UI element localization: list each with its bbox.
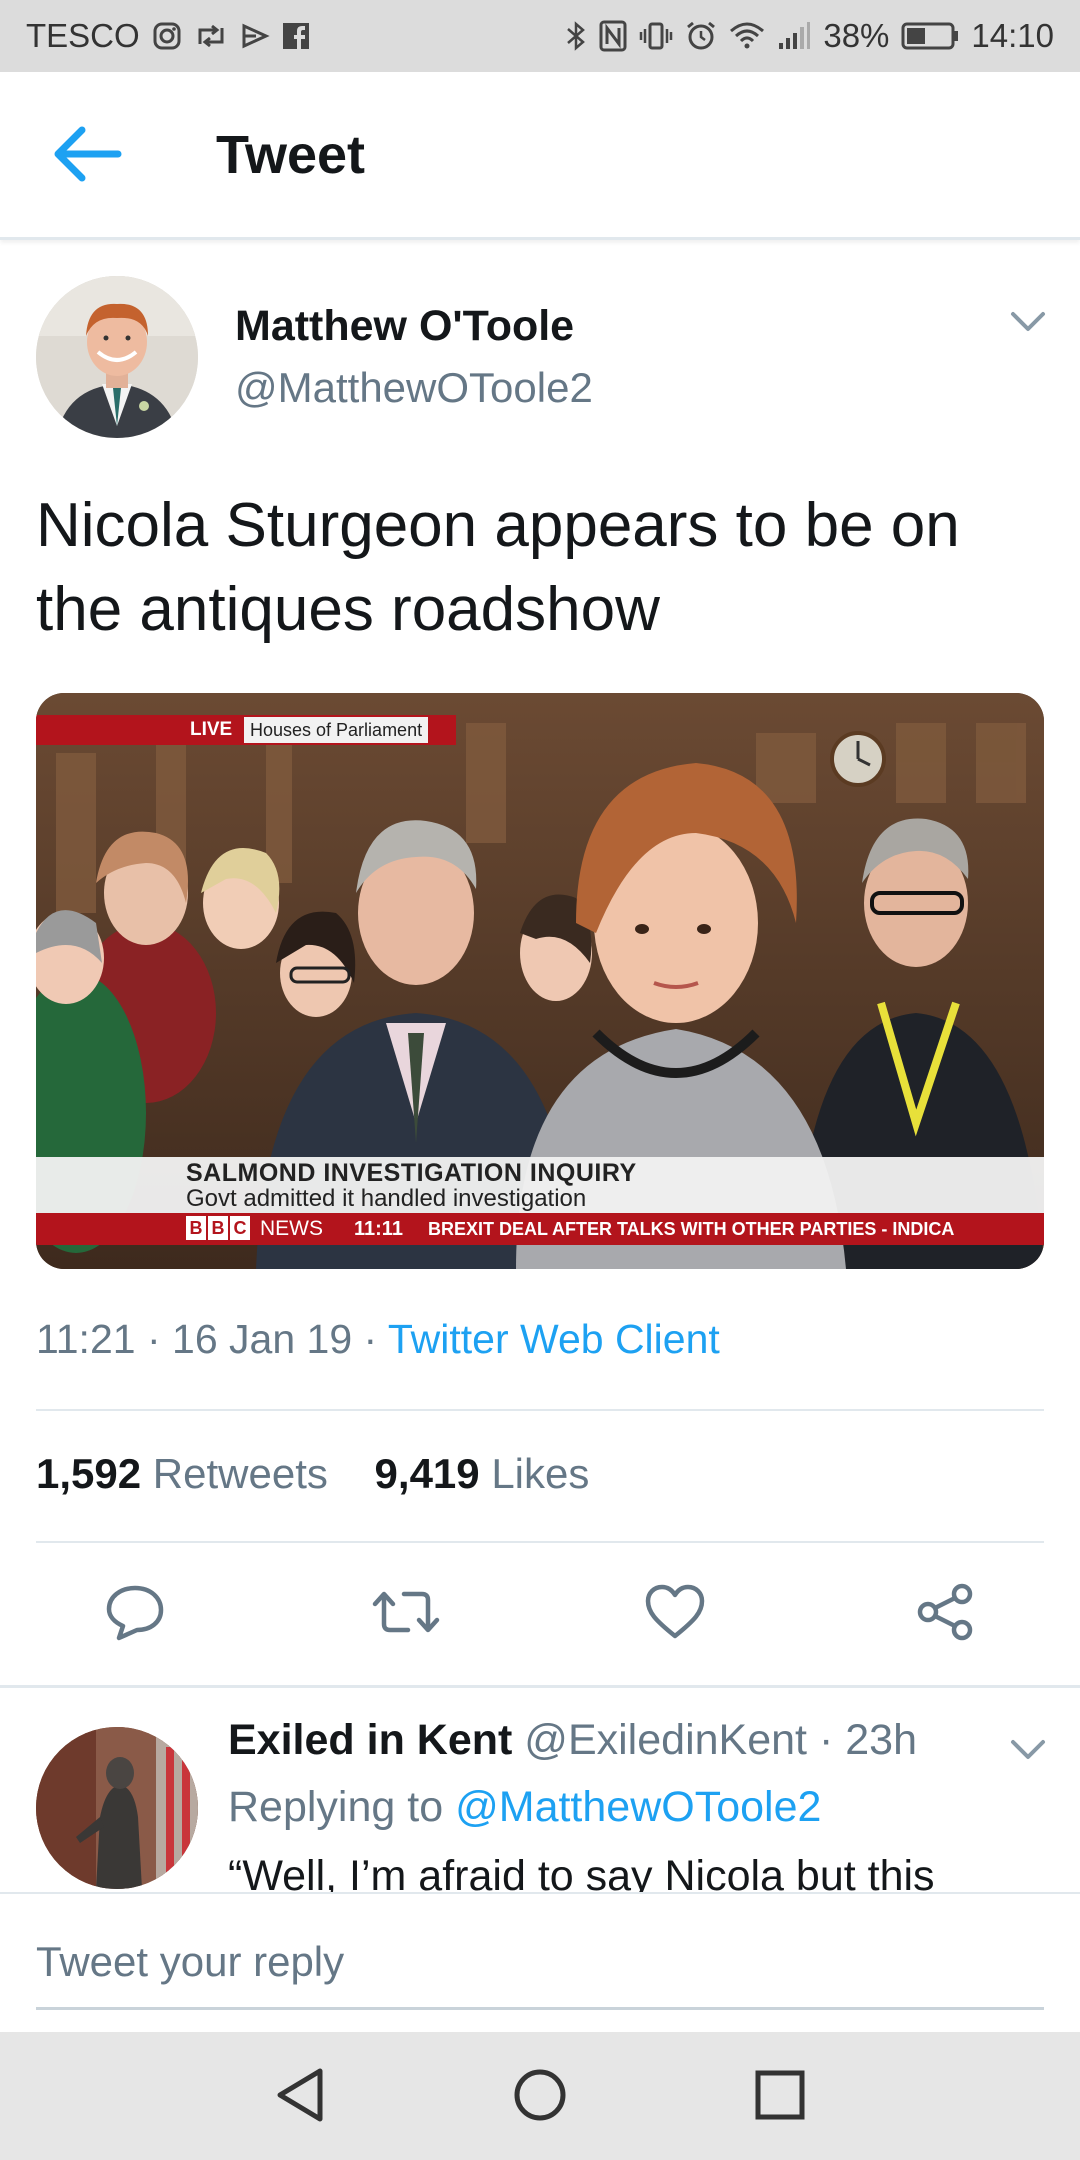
status-left: TESCO — [26, 17, 310, 55]
tweet-actions — [0, 1578, 1080, 1650]
tweet-media-image[interactable]: LIVE Houses of Parliament SALMOND INVEST… — [36, 693, 1044, 1269]
page-title: Tweet — [216, 125, 366, 185]
nav-home-button[interactable] — [505, 2062, 575, 2132]
ticker-text: BREXIT DEAL AFTER TALKS WITH OTHER PARTI… — [428, 1219, 955, 1239]
tweet-date: 16 Jan 19 — [172, 1316, 353, 1362]
meta-separator: · — [363, 1316, 378, 1362]
tweet-stats: 1,592 Retweets 9,419 Likes — [36, 1450, 589, 1498]
reply-author-avatar[interactable] — [36, 1727, 198, 1889]
bbc-letter: C — [230, 1216, 250, 1240]
meta-separator: · — [818, 1716, 834, 1764]
triangle-back-icon — [274, 2067, 326, 2128]
retweet-notification-icon — [194, 22, 228, 50]
reply-text: “Well, I’m afraid to say Nicola but this — [228, 1852, 935, 1892]
reply-button[interactable] — [99, 1578, 171, 1650]
caption-subheadline: Govt admitted it handled investigation — [186, 1185, 587, 1212]
system-nav-bar — [0, 2032, 1080, 2160]
app-bar: Tweet — [0, 72, 1080, 240]
location-label: Houses of Parliament — [244, 717, 429, 743]
battery-icon — [901, 21, 959, 51]
vibrate-icon — [639, 21, 673, 51]
section-separator — [0, 1685, 1080, 1688]
bbc-logo: B B C — [186, 1216, 250, 1240]
share-icon — [915, 1582, 975, 1647]
reply-composer: Tweet your reply — [0, 1892, 1080, 2032]
likes-count: 9,419 — [374, 1450, 480, 1497]
likes-stat[interactable]: 9,419 Likes — [375, 1450, 590, 1497]
nav-back-button[interactable] — [265, 2062, 335, 2132]
channel-name: NEWS — [260, 1217, 323, 1240]
likes-label: Likes — [491, 1450, 590, 1497]
wifi-icon — [729, 21, 765, 51]
tweet-source-link[interactable]: Twitter Web Client — [388, 1316, 720, 1362]
retweet-button[interactable] — [370, 1578, 442, 1650]
nav-recents-button[interactable] — [745, 2062, 815, 2132]
reply-author-handle[interactable]: @ExiledinKent — [524, 1716, 807, 1764]
chevron-down-icon — [1010, 311, 1046, 338]
reply-text-container: “Well, I’m afraid to say Nicola but this — [228, 1848, 1028, 1892]
replying-handle[interactable]: @MatthewOToole2 — [455, 1783, 821, 1831]
retweets-label: Retweets — [152, 1450, 328, 1497]
back-button[interactable] — [52, 116, 142, 196]
reply-options-button[interactable] — [998, 1730, 1058, 1774]
bbc-letter: B — [208, 1216, 228, 1240]
ticker-time: 11:11 — [354, 1218, 403, 1240]
reply-author-name[interactable]: Exiled in Kent — [228, 1716, 512, 1764]
reply-age: 23h — [845, 1716, 917, 1764]
like-button[interactable] — [639, 1578, 711, 1650]
tweet-text: Nicola Sturgeon appears to be on the ant… — [36, 491, 960, 644]
heart-icon — [645, 1584, 705, 1645]
author-name[interactable]: Matthew O'Toole — [235, 302, 574, 351]
live-label: LIVE — [184, 717, 239, 743]
tweet-time: 11:21 — [36, 1316, 136, 1362]
mail-flag-icon — [240, 22, 270, 50]
author-avatar[interactable] — [36, 276, 198, 438]
caption-headline: SALMOND INVESTIGATION INQUIRY — [186, 1159, 637, 1187]
author-handle[interactable]: @MatthewOToole2 — [235, 364, 593, 412]
reply-header: Exiled in Kent @ExiledinKent · 23h — [228, 1716, 917, 1765]
reply-icon — [105, 1582, 165, 1647]
facebook-icon — [282, 22, 310, 50]
divider — [36, 1541, 1044, 1543]
bluetooth-icon — [565, 20, 587, 52]
reply-input[interactable]: Tweet your reply — [36, 1922, 1044, 2010]
tweet-timestamp: 11:21 · 16 Jan 19 · Twitter Web Client — [36, 1316, 720, 1363]
tweet-options-button[interactable] — [998, 302, 1058, 346]
instagram-icon — [152, 21, 182, 51]
meta-separator: · — [146, 1316, 161, 1362]
status-right: 38% 14:10 — [565, 17, 1054, 55]
back-arrow-icon — [52, 124, 122, 189]
status-bar: TESCO 38% 14:10 — [0, 0, 1080, 72]
share-button[interactable] — [909, 1578, 981, 1650]
bbc-letter: B — [186, 1216, 206, 1240]
divider — [36, 1409, 1044, 1411]
retweet-icon — [372, 1584, 440, 1645]
replying-to: Replying to @MatthewOToole2 — [228, 1783, 821, 1832]
chevron-down-icon — [1010, 1739, 1046, 1766]
alarm-icon — [685, 20, 717, 52]
signal-icon — [777, 21, 811, 51]
carrier-label: TESCO — [26, 17, 140, 54]
battery-percent: 38% — [823, 17, 890, 54]
retweets-stat[interactable]: 1,592 Retweets — [36, 1450, 328, 1497]
square-recents-icon — [754, 2069, 806, 2126]
nfc-icon — [599, 20, 627, 52]
clock: 14:10 — [971, 17, 1054, 54]
retweets-count: 1,592 — [36, 1450, 142, 1497]
replying-label: Replying to — [228, 1783, 444, 1831]
circle-home-icon — [512, 2067, 568, 2128]
